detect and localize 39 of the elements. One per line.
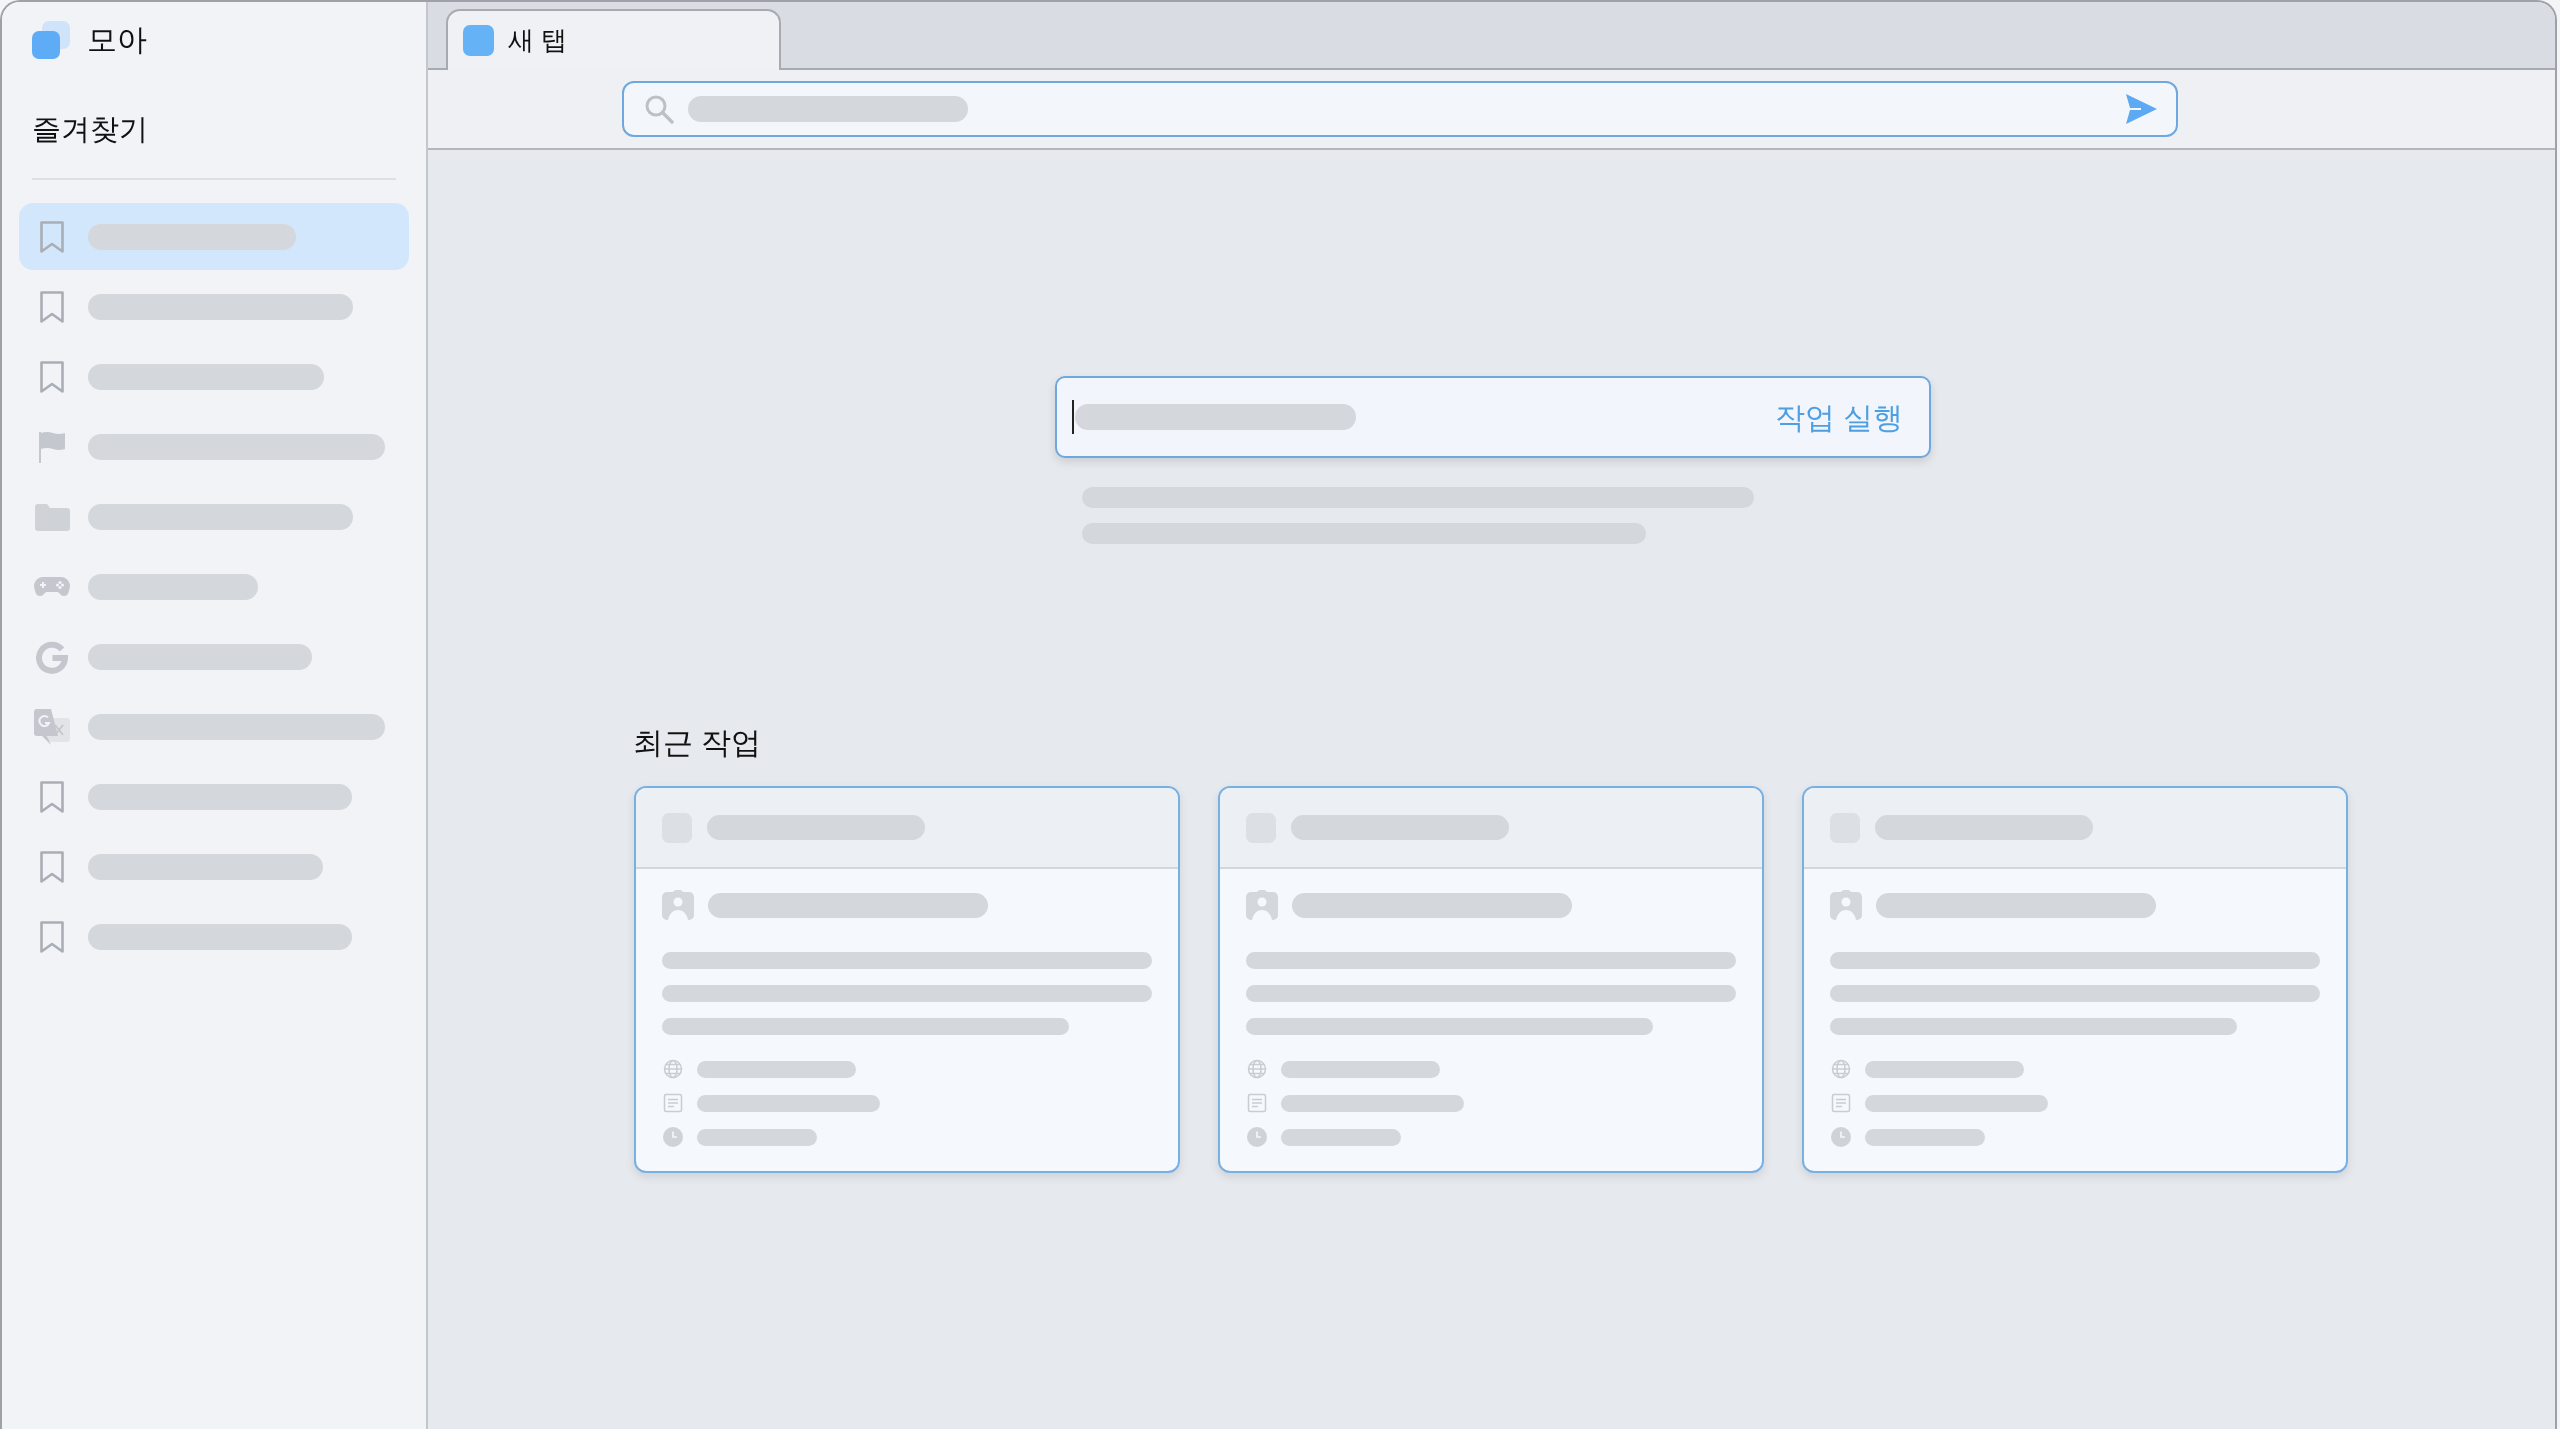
task-card[interactable] (634, 786, 1180, 1173)
app-logo-icon (32, 21, 70, 59)
gamepad-icon (34, 576, 70, 597)
run-task-button[interactable]: 작업 실행 (1764, 392, 1913, 442)
translate-icon (34, 708, 70, 745)
clock-icon (1247, 1127, 1267, 1147)
task-card[interactable] (1802, 786, 2348, 1173)
clock-icon (1831, 1127, 1851, 1147)
task-card[interactable] (1218, 786, 1764, 1173)
task-input[interactable]: 작업 실행 (1055, 376, 1931, 458)
flag-icon (38, 430, 66, 463)
globe-icon (1247, 1059, 1267, 1079)
bookmark-icon (39, 779, 65, 814)
document-icon (663, 1093, 683, 1113)
bookmark-icon (39, 359, 65, 394)
avatar-icon (662, 890, 694, 920)
send-icon (2125, 94, 2157, 124)
app-name: 모아 (87, 22, 147, 58)
sidebar-item[interactable] (19, 203, 409, 270)
g-logo-icon (35, 639, 69, 674)
bookmark-icon (39, 919, 65, 954)
send-button[interactable] (2124, 93, 2158, 125)
folder-icon (34, 502, 70, 531)
bookmark-icon (39, 289, 65, 324)
section-title: 최근 작업 (633, 725, 762, 761)
search-icon (644, 94, 674, 124)
document-icon (1247, 1093, 1267, 1113)
browser-tab[interactable]: 새 탭 (446, 9, 781, 70)
globe-icon (663, 1059, 683, 1079)
bookmark-icon (39, 219, 65, 254)
globe-icon (1831, 1059, 1851, 1079)
clock-icon (663, 1127, 683, 1147)
document-icon (1831, 1093, 1851, 1113)
address-field[interactable] (622, 81, 2178, 137)
avatar-icon (1246, 890, 1278, 920)
tab-favicon-icon (463, 25, 494, 56)
avatar-icon (1830, 890, 1862, 920)
sidebar-heading: 즐겨찾기 (32, 112, 148, 147)
bookmark-icon (39, 849, 65, 884)
